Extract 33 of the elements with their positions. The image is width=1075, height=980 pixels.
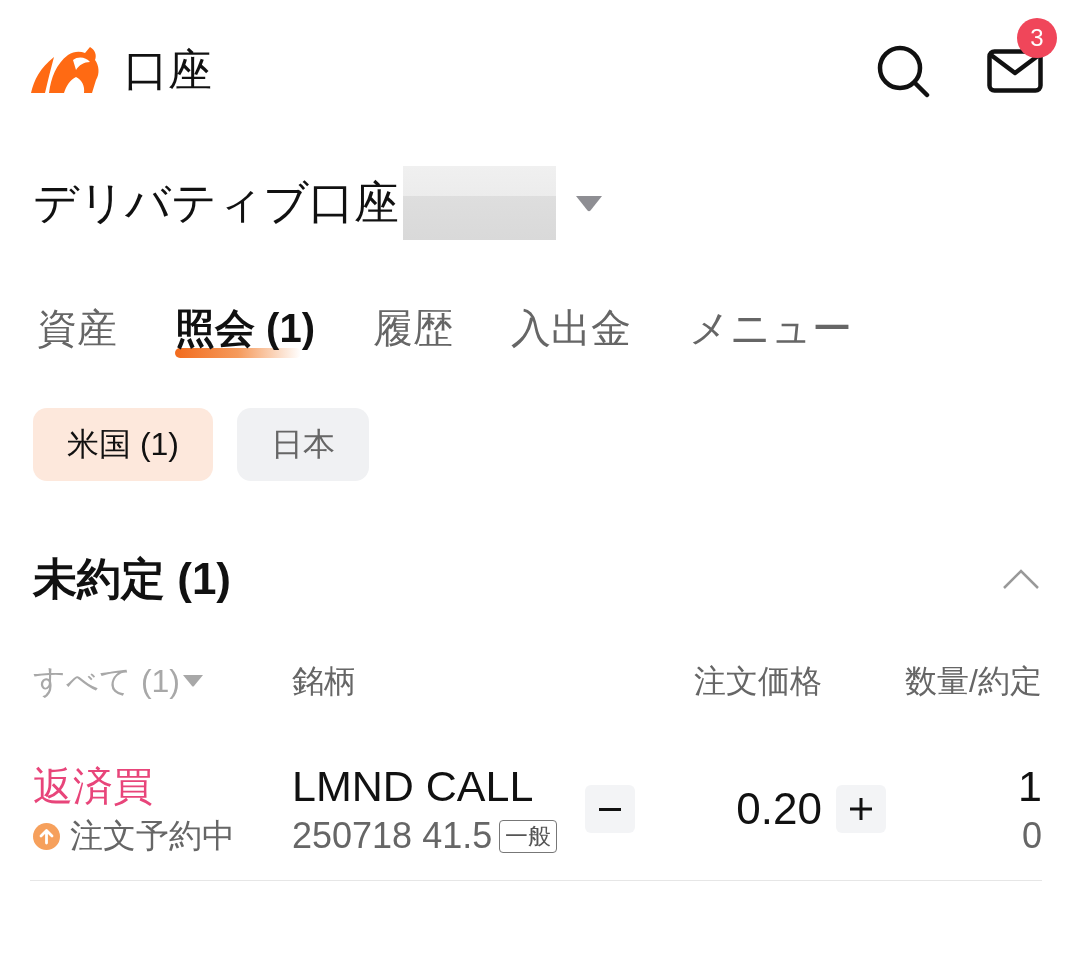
tab[interactable]: 履歴 (373, 304, 453, 362)
bull-logo-icon (30, 46, 100, 94)
market-filter-chip[interactable]: 日本 (237, 408, 369, 481)
dropdown-caret-icon[interactable] (575, 194, 603, 212)
column-header: 数量/約定 (905, 661, 1042, 701)
account-name: デリバティブ口座 (33, 176, 399, 230)
decrease-button[interactable] (585, 785, 635, 833)
order-price: 0.20 (735, 784, 822, 834)
chevron-up-icon[interactable] (1002, 568, 1040, 590)
caret-icon (182, 674, 204, 688)
tab[interactable]: 照会 (1) (175, 304, 315, 362)
tab[interactable]: 入出金 (511, 304, 631, 362)
search-icon[interactable] (876, 44, 930, 98)
mail-icon[interactable] (987, 49, 1043, 93)
up-arrow-circle-icon (33, 822, 60, 850)
plus-icon (850, 798, 872, 820)
market-filter-chip[interactable]: 米国 (1) (33, 408, 213, 481)
column-header: 銘柄 (292, 662, 356, 699)
increase-button[interactable] (836, 785, 886, 833)
tab[interactable]: メニュー (689, 304, 852, 362)
minus-icon (599, 807, 621, 811)
order-side: 返済買 (33, 763, 154, 810)
account-type-tag: 一般 (499, 819, 558, 853)
contract-detail: 250718 41.5 (292, 816, 493, 856)
notification-badge: 3 (1017, 18, 1057, 58)
symbol-name: LMND CALL (292, 762, 535, 810)
filled-quantity: 0 (1021, 816, 1042, 856)
section-title: 未約定 (1) (33, 552, 232, 605)
page-title: 口座 (124, 43, 212, 96)
order-status: 注文予約中 (70, 816, 235, 856)
tab[interactable]: 資産 (37, 304, 117, 362)
column-header: 注文価格 (694, 662, 822, 699)
order-quantity: 1 (1018, 762, 1042, 810)
